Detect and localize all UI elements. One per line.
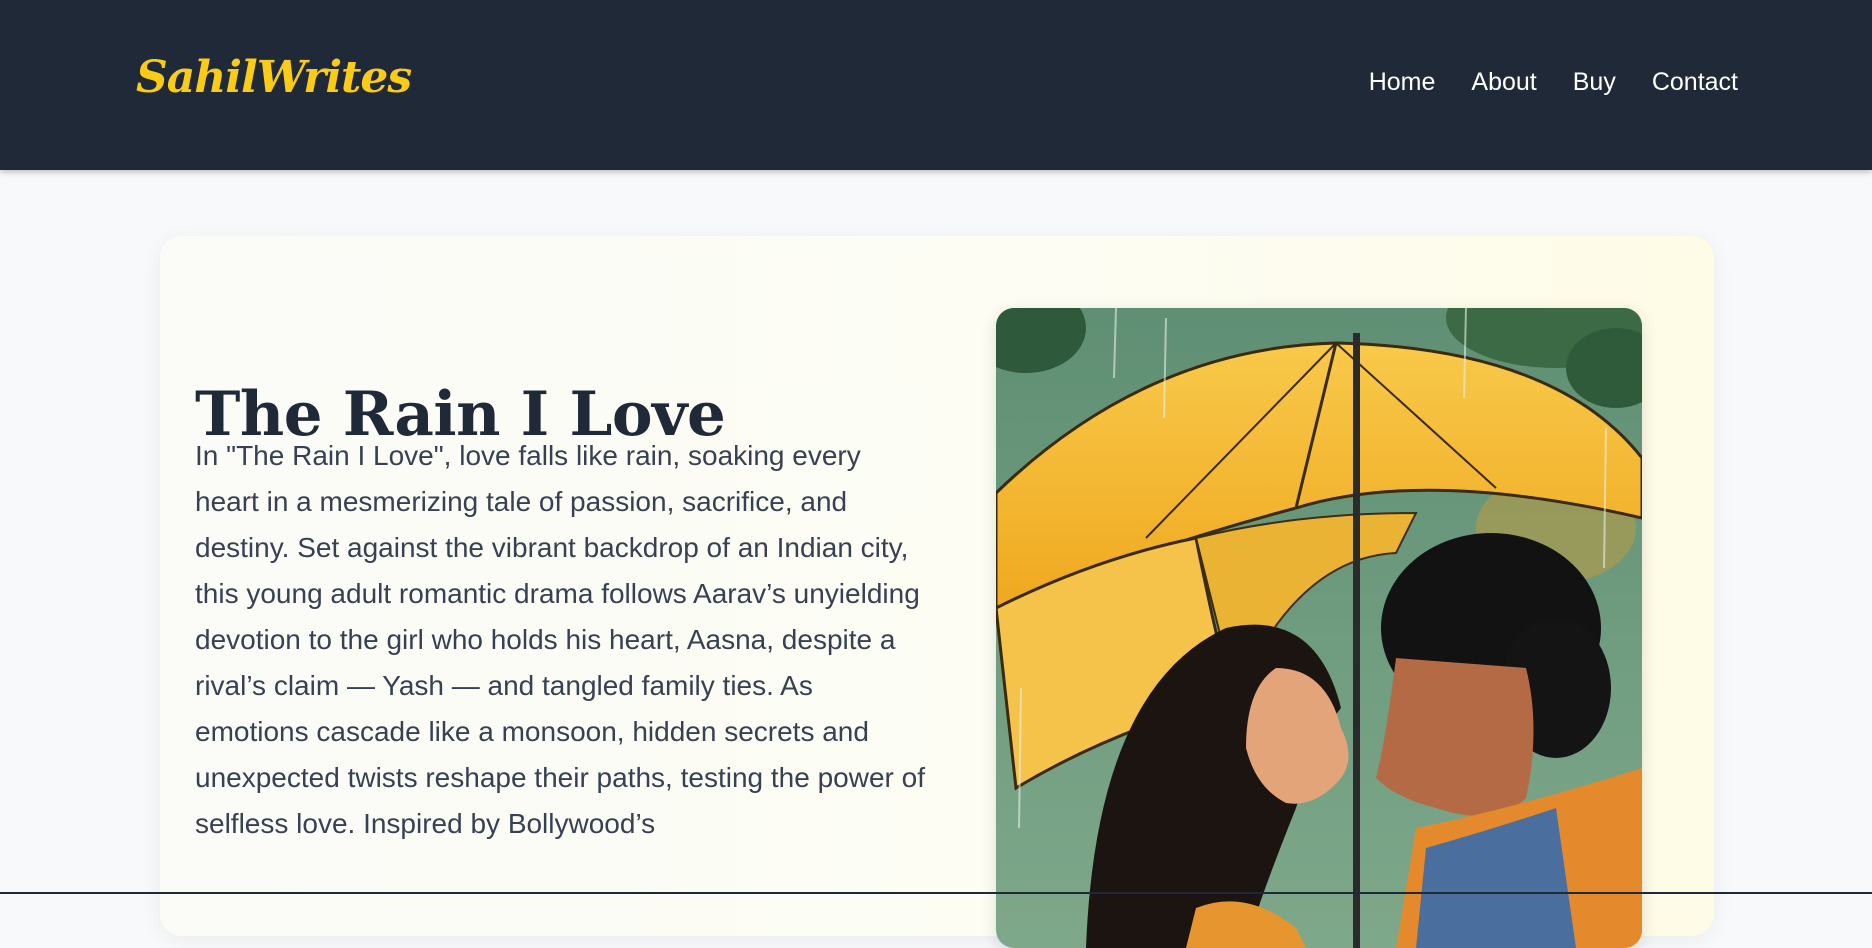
site-logo[interactable]: SahilWrites (136, 52, 412, 103)
nav-home-link[interactable]: Home (1369, 68, 1436, 97)
book-description: In "The Rain I Love", love falls like ra… (195, 440, 925, 839)
nav-about-link[interactable]: About (1471, 68, 1536, 97)
book-cover-image (996, 308, 1642, 948)
site-header: SahilWrites Home About Buy Contact (0, 0, 1872, 170)
book-cover-illustration (996, 308, 1642, 948)
nav-contact-link[interactable]: Contact (1652, 68, 1738, 97)
main-nav: Home About Buy Contact (1369, 68, 1738, 97)
nav-buy-link[interactable]: Buy (1573, 68, 1616, 97)
